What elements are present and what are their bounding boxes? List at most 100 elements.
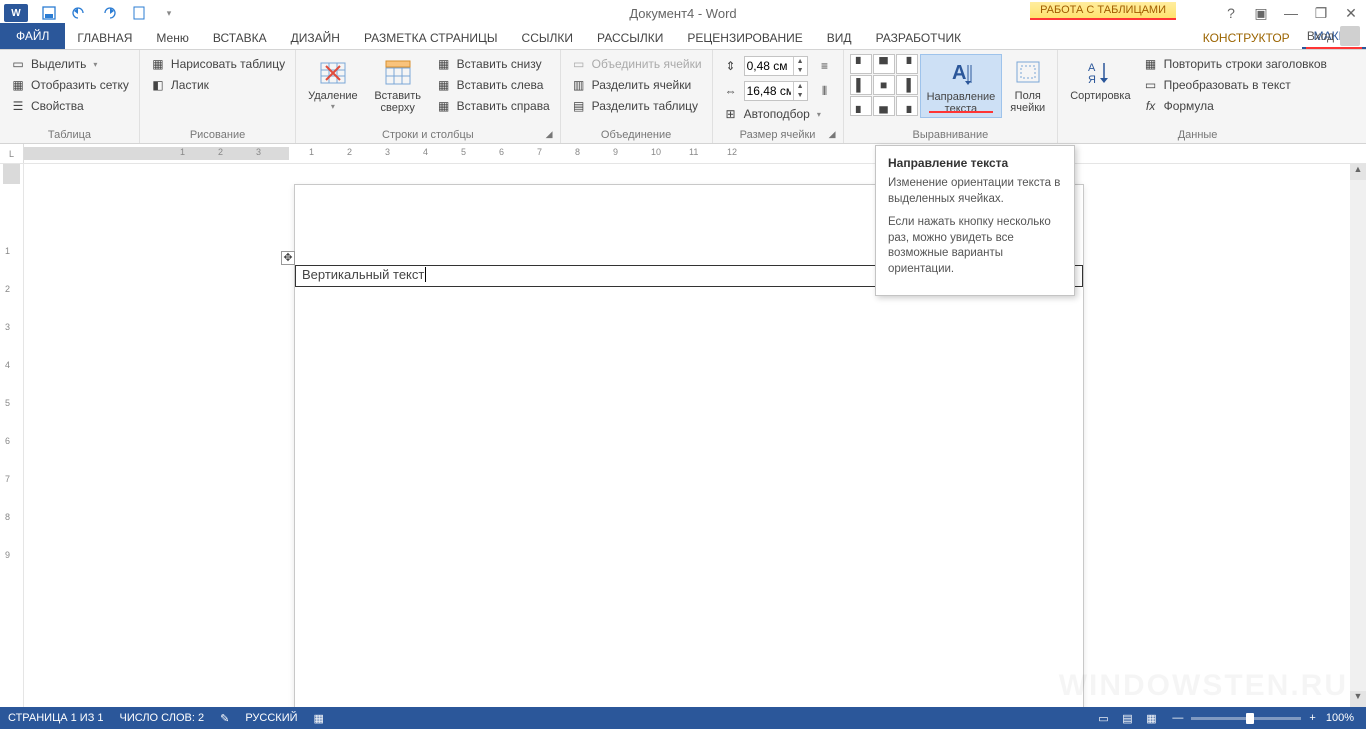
align-top-center[interactable]: ▀: [873, 54, 895, 74]
account-sign-in[interactable]: Вход: [1307, 26, 1360, 46]
align-bot-center[interactable]: ▄: [873, 96, 895, 116]
ribbon: ▭Выделить▾ ▦Отобразить сетку ☰Свойства Т…: [0, 50, 1366, 144]
insert-right-button[interactable]: ▦Вставить справа: [432, 96, 554, 116]
properties-button[interactable]: ☰Свойства: [6, 96, 133, 116]
align-mid-center[interactable]: ■: [873, 75, 895, 95]
ruler-corner: L: [0, 144, 24, 163]
status-language[interactable]: РУССКИЙ: [245, 712, 297, 724]
status-macro-icon[interactable]: ▦: [314, 712, 324, 725]
tab-references[interactable]: ССЫЛКИ: [510, 27, 585, 49]
autofit-icon: ⊞: [723, 106, 739, 122]
tab-file[interactable]: ФАЙЛ: [0, 23, 65, 49]
insert-left-button[interactable]: ▦Вставить слева: [432, 75, 554, 95]
tab-page-layout[interactable]: РАЗМЕТКА СТРАНИЦЫ: [352, 27, 510, 49]
tab-view[interactable]: ВИД: [815, 27, 864, 49]
status-word-count[interactable]: ЧИСЛО СЛОВ: 2: [120, 712, 205, 724]
restore-icon[interactable]: ❐: [1312, 4, 1330, 22]
align-bot-left[interactable]: ▖: [850, 96, 872, 116]
table-cell-text: Вертикальный текст: [302, 267, 424, 282]
zoom-level[interactable]: 100%: [1326, 712, 1354, 724]
row-height-input[interactable]: ▲▼: [744, 56, 808, 76]
save-icon[interactable]: [40, 4, 58, 22]
cell-size-dialog-launcher[interactable]: ◢: [829, 129, 841, 141]
zoom-slider[interactable]: [1191, 717, 1301, 720]
delete-button[interactable]: Удаление▾: [302, 54, 364, 113]
vertical-ruler[interactable]: 123456789: [0, 164, 24, 707]
group-merge-label: Объединение: [567, 127, 706, 143]
tab-review[interactable]: РЕЦЕНЗИРОВАНИЕ: [675, 27, 814, 49]
minimize-icon[interactable]: —: [1282, 4, 1300, 22]
distribute-rows-icon[interactable]: ≡: [817, 58, 833, 74]
group-table: ▭Выделить▾ ▦Отобразить сетку ☰Свойства Т…: [0, 50, 140, 143]
align-top-right[interactable]: ▝: [896, 54, 918, 74]
table-move-handle[interactable]: ✥: [281, 251, 295, 265]
view-web-icon[interactable]: ▦: [1140, 709, 1162, 727]
spin-up-icon[interactable]: ▲: [793, 57, 807, 66]
col-width-input[interactable]: ▲▼: [744, 81, 808, 101]
ribbon-display-icon[interactable]: ▣: [1252, 4, 1270, 22]
new-doc-icon[interactable]: [130, 4, 148, 22]
convert-to-text-button[interactable]: ▭Преобразовать в текст: [1139, 75, 1331, 95]
cell-margins-button[interactable]: Поляячейки: [1004, 54, 1051, 116]
page-area[interactable]: ✥ Вертикальный текст: [24, 164, 1366, 707]
eraser-icon: ◧: [150, 77, 166, 93]
align-mid-right[interactable]: ▐: [896, 75, 918, 95]
split-cells-button[interactable]: ▥Разделить ячейки: [567, 75, 706, 95]
zoom-in-icon[interactable]: +: [1309, 712, 1315, 724]
tab-insert[interactable]: ВСТАВКА: [201, 27, 279, 49]
align-bot-right[interactable]: ▗: [896, 96, 918, 116]
redo-icon[interactable]: [100, 4, 118, 22]
vertical-scrollbar[interactable]: ▲ ▼: [1350, 164, 1366, 707]
split-cells-icon: ▥: [571, 77, 587, 93]
horizontal-ruler[interactable]: L 321123456789101112: [0, 144, 1366, 164]
tab-home[interactable]: ГЛАВНАЯ: [65, 27, 144, 49]
sort-icon: АЯ: [1084, 56, 1116, 88]
close-icon[interactable]: ✕: [1342, 4, 1360, 22]
undo-icon[interactable]: [70, 4, 88, 22]
scroll-up-icon[interactable]: ▲: [1350, 164, 1366, 180]
tab-design[interactable]: ДИЗАЙН: [279, 27, 352, 49]
split-table-button[interactable]: ▤Разделить таблицу: [567, 96, 706, 116]
insert-below-button[interactable]: ▦Вставить снизу: [432, 54, 554, 74]
align-top-left[interactable]: ▘: [850, 54, 872, 74]
text-direction-button[interactable]: A Направлениетекста: [920, 54, 1003, 118]
select-button[interactable]: ▭Выделить▾: [6, 54, 133, 74]
view-read-icon[interactable]: ▭: [1092, 709, 1114, 727]
tooltip-para-1: Изменение ориентации текста в выделенных…: [888, 176, 1062, 207]
svg-text:A: A: [952, 62, 966, 84]
cell-margins-icon: [1012, 56, 1044, 88]
scroll-down-icon[interactable]: ▼: [1350, 691, 1366, 707]
view-print-icon[interactable]: ▤: [1116, 709, 1138, 727]
delete-table-icon: [317, 56, 349, 88]
repeat-header-button[interactable]: ▦Повторить строки заголовков: [1139, 54, 1331, 74]
distribute-cols-icon[interactable]: ⦀: [817, 83, 833, 99]
zoom-out-icon[interactable]: —: [1172, 712, 1183, 724]
tab-mailings[interactable]: РАССЫЛКИ: [585, 27, 675, 49]
tab-table-design[interactable]: КОНСТРУКТОР: [1191, 27, 1302, 49]
svg-text:А: А: [1088, 62, 1096, 74]
formula-button[interactable]: fxФормула: [1139, 96, 1331, 116]
tooltip-para-2: Если нажать кнопку несколько раз, можно …: [888, 215, 1062, 277]
draw-table-button[interactable]: ▦Нарисовать таблицу: [146, 54, 289, 74]
zoom-knob[interactable]: [1246, 713, 1254, 724]
group-data: АЯ Сортировка ▦Повторить строки заголовк…: [1058, 50, 1337, 143]
insert-row-above-icon: [382, 56, 414, 88]
insert-above-button[interactable]: Вставить сверху: [366, 54, 430, 116]
spin-down-icon[interactable]: ▼: [793, 66, 807, 75]
merge-cells-button[interactable]: ▭Объединить ячейки: [567, 54, 706, 74]
help-icon[interactable]: ?: [1222, 4, 1240, 22]
tab-menu[interactable]: Меню: [144, 27, 200, 49]
status-page[interactable]: СТРАНИЦА 1 ИЗ 1: [8, 712, 104, 724]
align-mid-left[interactable]: ▌: [850, 75, 872, 95]
merge-cells-icon: ▭: [571, 56, 587, 72]
rows-cols-dialog-launcher[interactable]: ◢: [546, 129, 558, 141]
autofit-button[interactable]: ⊞Автоподбор▾: [719, 104, 837, 124]
qat-dropdown-icon[interactable]: ▾: [160, 4, 178, 22]
eraser-button[interactable]: ◧Ластик: [146, 75, 289, 95]
spin-up-icon[interactable]: ▲: [793, 82, 807, 91]
status-proofing-icon[interactable]: ✎: [220, 712, 229, 725]
view-gridlines-button[interactable]: ▦Отобразить сетку: [6, 75, 133, 95]
tab-developer[interactable]: РАЗРАБОТЧИК: [864, 27, 974, 49]
sort-button[interactable]: АЯ Сортировка: [1064, 54, 1136, 104]
spin-down-icon[interactable]: ▼: [793, 91, 807, 100]
